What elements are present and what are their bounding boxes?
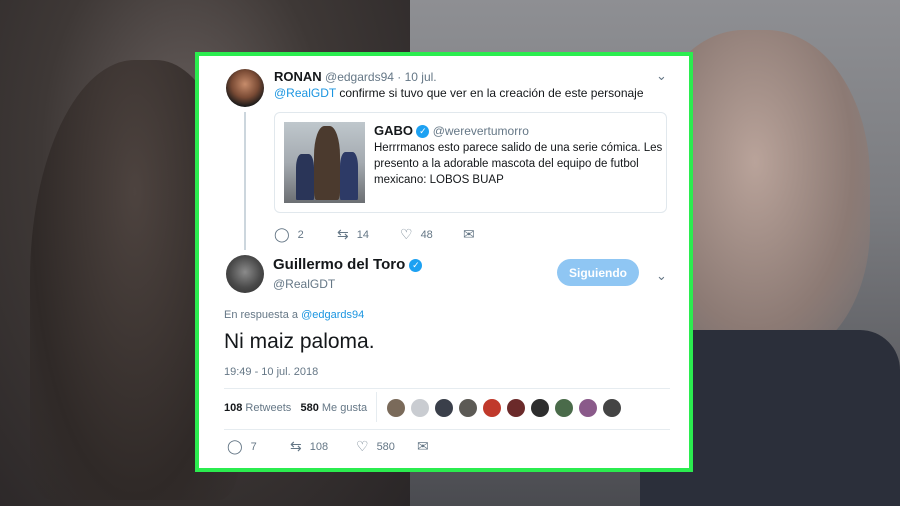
parent-display-name[interactable]: RONAN [274, 69, 322, 84]
quoted-header: GABO ✓ @werevertumorro [374, 123, 529, 139]
likes-count: 580 [300, 402, 319, 414]
parent-dm-action[interactable]: ✉ [463, 226, 475, 243]
reply-prefix: En respuesta a [224, 309, 298, 321]
chevron-down-icon[interactable]: ⌄ [656, 68, 667, 84]
quoted-tweet[interactable]: GABO ✓ @werevertumorro Herrrmanos esto p… [274, 112, 667, 213]
person-figure-right [340, 152, 358, 200]
parent-mention[interactable]: @RealGDT [274, 86, 336, 100]
reply-context: En respuesta a @edgards94 [224, 309, 364, 321]
liker-avatar[interactable] [507, 399, 525, 417]
liker-avatar[interactable] [555, 399, 573, 417]
avatar-ronan[interactable] [226, 69, 264, 107]
parent-like-count: 48 [420, 228, 433, 241]
main-display-name[interactable]: Guillermo del Toro [273, 256, 405, 273]
liker-avatar[interactable] [579, 399, 597, 417]
person-figure-left [296, 154, 314, 200]
main-tweet-text: Ni maiz paloma. [224, 330, 375, 353]
quoted-tweet-image[interactable] [284, 122, 365, 203]
main-dm-action[interactable]: ✉ [417, 438, 429, 455]
divider [224, 388, 670, 389]
parent-reply-action[interactable]: ◯ 2 [274, 226, 304, 243]
liker-avatar[interactable] [531, 399, 549, 417]
liker-avatar[interactable] [411, 399, 429, 417]
retweets-count: 108 [224, 402, 243, 414]
quoted-handle[interactable]: @werevertumorro [433, 124, 529, 138]
retweets-label: Retweets [245, 402, 292, 414]
liker-avatar[interactable] [483, 399, 501, 417]
following-button[interactable]: Siguiendo [557, 259, 639, 286]
main-timestamp[interactable]: 19:49 - 10 jul. 2018 [224, 366, 318, 378]
verified-badge-icon: ✓ [416, 125, 430, 139]
likes-stat[interactable]: 580 Me gusta [300, 402, 367, 414]
liker-avatar[interactable] [459, 399, 477, 417]
verified-badge-icon: ✓ [409, 258, 423, 272]
main-reply-count: 7 [250, 440, 257, 453]
main-handle[interactable]: @RealGDT [273, 277, 335, 291]
retweet-icon[interactable]: ⇆ [290, 438, 302, 455]
liker-avatars [387, 399, 621, 417]
tweet-card: RONAN @edgards94 · 10 jul. ⌄ @RealGDT co… [195, 52, 693, 472]
quoted-display-name[interactable]: GABO [374, 123, 413, 138]
stats-separator [376, 392, 377, 422]
envelope-icon[interactable]: ✉ [463, 226, 475, 243]
likes-label: Me gusta [321, 402, 368, 414]
heart-icon[interactable]: ♡ [356, 438, 369, 455]
parent-separator: · [397, 70, 402, 84]
liker-avatar[interactable] [603, 399, 621, 417]
avatar-guillermo[interactable] [226, 255, 264, 293]
parent-text: confirme si tuvo que ver en la creación … [339, 86, 644, 100]
parent-tweet-text: @RealGDT confirme si tuvo que ver en la … [274, 86, 644, 100]
chevron-down-icon[interactable]: ⌄ [656, 268, 667, 284]
quoted-text-line: Herrrmanos esto parece salido de una ser… [374, 142, 663, 154]
divider [224, 429, 670, 430]
main-retweet-count: 108 [309, 440, 329, 453]
liker-avatar[interactable] [387, 399, 405, 417]
parent-date[interactable]: 10 jul. [405, 70, 437, 84]
parent-handle[interactable]: @edgards94 [325, 70, 394, 84]
reply-icon[interactable]: ◯ [227, 438, 243, 455]
engagement-stats: 108 Retweets 580 Me gusta [224, 402, 367, 414]
thread-line [244, 112, 246, 250]
quoted-text-line: mexicano: LOBOS BUAP [374, 174, 504, 186]
retweets-stat[interactable]: 108 Retweets [224, 402, 294, 414]
parent-retweet-count: 14 [356, 228, 369, 241]
liker-avatar[interactable] [435, 399, 453, 417]
parent-retweet-action[interactable]: ⇆ 14 [337, 226, 369, 243]
main-reply-action[interactable]: ◯ 7 [227, 438, 257, 455]
main-tweet-header: Guillermo del Toro ✓ [273, 256, 423, 273]
parent-like-action[interactable]: ♡ 48 [400, 226, 433, 243]
retweet-icon[interactable]: ⇆ [337, 226, 349, 243]
envelope-icon[interactable]: ✉ [417, 438, 429, 455]
reply-icon[interactable]: ◯ [274, 226, 290, 243]
heart-icon[interactable]: ♡ [400, 226, 413, 243]
main-like-count: 580 [376, 440, 395, 453]
parent-reply-count: 2 [297, 228, 304, 241]
main-like-action[interactable]: ♡ 580 [356, 438, 395, 455]
mascot-figure [314, 126, 340, 200]
quoted-text-line: presento a la adorable mascota del equip… [374, 158, 639, 170]
quoted-text: Herrrmanos esto parece salido de una ser… [374, 140, 662, 188]
reply-to-mention[interactable]: @edgards94 [301, 309, 364, 321]
parent-tweet-header: RONAN @edgards94 · 10 jul. [274, 69, 437, 84]
main-retweet-action[interactable]: ⇆ 108 [290, 438, 328, 455]
